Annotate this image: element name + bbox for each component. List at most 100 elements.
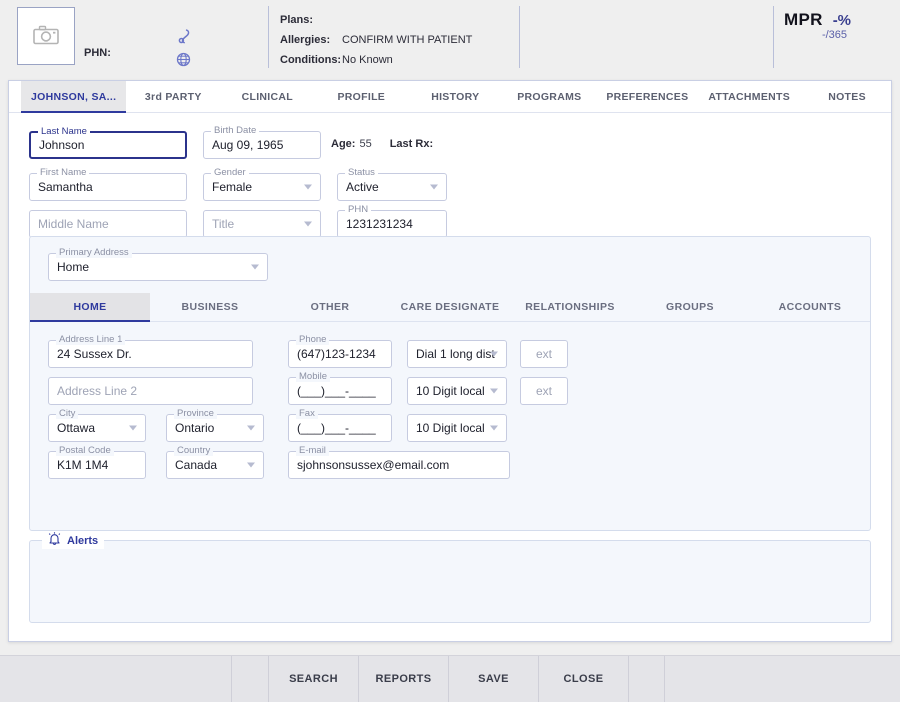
country-legend: Country <box>174 446 214 456</box>
postal-code-field[interactable]: Postal Code K1M 1M4 <box>48 446 146 479</box>
birth-date-field[interactable]: Birth Date Aug 09, 1965 <box>203 126 321 159</box>
age-display: Age: 55 <box>331 138 372 150</box>
first-name-legend: First Name <box>37 168 90 178</box>
mobile-field[interactable]: Mobile (___)___-____ <box>288 372 392 405</box>
patient-photo-box[interactable] <box>17 7 75 65</box>
clinical-row-allergies: Allergies: CONFIRM WITH PATIENT <box>280 30 472 50</box>
status-legend: Status <box>345 168 378 178</box>
tab-label: PROFILE <box>337 90 386 103</box>
mobile-ext-placeholder: ext <box>535 384 552 398</box>
province-select[interactable]: Province Ontario <box>166 409 264 442</box>
chevron-down-icon <box>304 221 312 227</box>
reports-button-label: REPORTS <box>375 673 432 685</box>
alerts-legend: Alerts <box>42 532 105 549</box>
address-panel: Primary Address Home HOME BUSINESS OTHER… <box>29 236 871 531</box>
chevron-down-icon <box>490 388 498 394</box>
city-legend: City <box>56 409 79 419</box>
fax-field[interactable]: Fax (___)___-____ <box>288 409 392 442</box>
subtab-relationships[interactable]: RELATIONSHIPS <box>510 293 630 321</box>
primary-address-legend: Primary Address <box>56 248 132 258</box>
address-line-2-field[interactable]: Address Line 2 <box>48 377 253 405</box>
toolbar-spacer-right <box>665 656 900 702</box>
phone-type-value: Dial 1 long dist <box>416 347 495 361</box>
address-line-1-legend: Address Line 1 <box>56 335 126 345</box>
address-line-1-value: 24 Sussex Dr. <box>57 347 132 361</box>
chevron-down-icon <box>490 425 498 431</box>
address-line-1-field[interactable]: Address Line 1 24 Sussex Dr. <box>48 335 253 368</box>
demographics-section: Last Name Johnson First Name Samantha Mi… <box>21 123 879 238</box>
tab-history[interactable]: HISTORY <box>408 81 502 112</box>
subtab-business[interactable]: BUSINESS <box>150 293 270 321</box>
tab-label: HISTORY <box>431 90 480 103</box>
fax-legend: Fax <box>296 409 318 419</box>
mobile-ext-field[interactable]: ext <box>520 377 568 405</box>
subtab-label: RELATIONSHIPS <box>525 301 615 313</box>
last-name-field[interactable]: Last Name Johnson <box>29 127 187 159</box>
postal-code-legend: Postal Code <box>56 446 114 456</box>
mobile-type-select[interactable]: 10 Digit local <box>407 377 507 405</box>
first-name-field[interactable]: First Name Samantha <box>29 168 187 201</box>
tab-programs[interactable]: PROGRAMS <box>502 81 596 112</box>
phone-type-select[interactable]: Dial 1 long dist <box>407 340 507 368</box>
tab-clinical[interactable]: CLINICAL <box>220 81 314 112</box>
status-select[interactable]: Status Active <box>337 168 447 201</box>
subtab-home[interactable]: HOME <box>30 293 150 322</box>
subtab-label: HOME <box>73 301 107 313</box>
close-button[interactable]: CLOSE <box>539 656 629 702</box>
city-select[interactable]: City Ottawa <box>48 409 146 442</box>
search-button-label: SEARCH <box>289 673 338 685</box>
subtab-care-designate[interactable]: CARE DESIGNATE <box>390 293 510 321</box>
tab-3rd-party[interactable]: 3rd PARTY <box>126 81 220 112</box>
subtab-label: CARE DESIGNATE <box>400 301 500 313</box>
alerts-content <box>30 541 870 577</box>
reports-button[interactable]: REPORTS <box>359 656 449 702</box>
tab-preferences[interactable]: PREFERENCES <box>596 81 698 112</box>
title-select[interactable]: Title <box>203 210 321 238</box>
subtab-accounts[interactable]: ACCOUNTS <box>750 293 870 321</box>
tab-profile[interactable]: PROFILE <box>314 81 408 112</box>
last-name-value: Johnson <box>39 138 85 152</box>
gender-select[interactable]: Gender Female <box>203 168 321 201</box>
first-name-value: Samantha <box>38 180 93 194</box>
birth-date-legend: Birth Date <box>211 126 260 136</box>
globe-icon[interactable] <box>176 52 191 67</box>
clinical-row-plans: Plans: <box>280 10 472 30</box>
address-line-2-placeholder: Address Line 2 <box>57 384 138 398</box>
tab-notes[interactable]: NOTES <box>800 81 894 112</box>
tab-attachments[interactable]: ATTACHMENTS <box>698 81 800 112</box>
phone-legend: Phone <box>296 335 330 345</box>
phn-field[interactable]: PHN 1231231234 <box>337 205 447 238</box>
subtab-groups[interactable]: GROUPS <box>630 293 750 321</box>
primary-address-select[interactable]: Primary Address Home <box>48 248 268 281</box>
mpr-percent: -% <box>832 12 852 29</box>
fax-type-value: 10 Digit local <box>416 421 485 435</box>
phone-icon[interactable] <box>176 28 191 44</box>
middle-name-field[interactable]: Middle Name <box>29 210 187 238</box>
bottom-toolbar: SEARCH REPORTS SAVE CLOSE <box>0 655 900 702</box>
tab-patient[interactable]: JOHNSON, SA... <box>21 81 127 113</box>
patient-header-bar: PHN: Plans: Allergies: CONFIRM WITH PATI… <box>0 0 900 78</box>
province-legend: Province <box>174 409 217 419</box>
camera-icon <box>33 25 59 48</box>
tab-label: CLINICAL <box>241 90 294 103</box>
subtab-label: BUSINESS <box>181 301 239 313</box>
close-button-label: CLOSE <box>563 673 604 685</box>
phone-ext-field[interactable]: ext <box>520 340 568 368</box>
search-button[interactable]: SEARCH <box>269 656 359 702</box>
tab-label: PREFERENCES <box>606 90 689 103</box>
phone-ext-placeholder: ext <box>535 347 552 361</box>
middle-name-placeholder: Middle Name <box>38 217 109 231</box>
save-button[interactable]: SAVE <box>449 656 539 702</box>
header-divider-1 <box>268 6 269 68</box>
subtab-other[interactable]: OTHER <box>270 293 390 321</box>
conditions-label: Conditions: <box>280 54 342 66</box>
bell-icon <box>48 532 61 549</box>
fax-type-select[interactable]: 10 Digit local <box>407 414 507 442</box>
mobile-type-value: 10 Digit local <box>416 384 485 398</box>
mpr-ratio: -/365 <box>821 29 848 41</box>
phone-field[interactable]: Phone (647)123-1234 <box>288 335 392 368</box>
email-field[interactable]: E-mail sjohnsonsussex@email.com <box>288 446 510 479</box>
country-select[interactable]: Country Canada <box>166 446 264 479</box>
city-value: Ottawa <box>57 421 96 435</box>
tab-label: PROGRAMS <box>517 90 582 103</box>
